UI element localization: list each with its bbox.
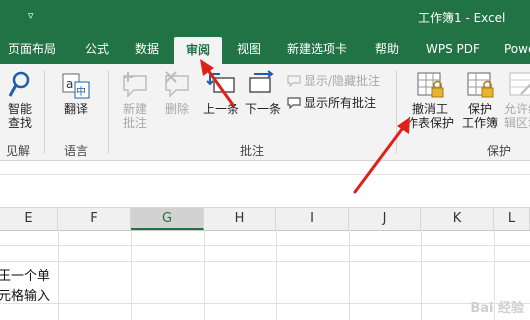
unprotect-sheet-label-2: 作表保护	[405, 116, 454, 130]
tab-page-layout[interactable]: 页面布局	[8, 34, 56, 64]
svg-text:a: a	[66, 77, 73, 91]
unprotect-sheet-button[interactable]: 撤消工 作表保护	[404, 70, 456, 130]
grid-line	[421, 230, 422, 320]
grid-line	[349, 230, 350, 320]
next-comment-button[interactable]: 下一条	[243, 70, 283, 116]
delete-comment-button[interactable]: 删除	[158, 70, 196, 116]
tab-formulas[interactable]: 公式	[85, 34, 109, 64]
grid-line	[58, 230, 59, 320]
ribbon-review: 智能 查找 见解 a 中 翻译 语言 新建 批注 删除 上一条 下一条 显示/隐…	[0, 64, 530, 161]
column-header-row: E F G H I J K L	[0, 207, 530, 231]
group-label-language: 语言	[64, 144, 89, 158]
tab-help[interactable]: 帮助	[375, 34, 399, 64]
column-header-f[interactable]: F	[58, 208, 131, 230]
formula-bar-area[interactable]	[0, 161, 530, 197]
grid-line	[0, 261, 530, 262]
quick-access-dropdown-icon[interactable]: ▿	[28, 9, 34, 22]
show-hide-comment-label: 显示/隐藏批注	[304, 74, 381, 88]
title-bar: ▿ 工作簿1 - Excel	[0, 0, 530, 34]
column-header-g[interactable]: G	[131, 208, 204, 230]
grid-line	[0, 303, 530, 304]
protect-workbook-label-2: 工作簿	[461, 116, 498, 130]
formula-bar-divider	[0, 174, 530, 175]
show-hide-comment-button[interactable]: 显示/隐藏批注	[287, 72, 380, 89]
column-header-l[interactable]: L	[494, 208, 530, 230]
new-comment-label-2: 批注	[122, 116, 147, 130]
smart-lookup-label-2: 查找	[7, 116, 32, 130]
ribbon-tab-strip: 页面布局 公式 数据 审阅 视图 新建选项卡 帮助 WPS PDF Powe	[0, 34, 530, 64]
protect-workbook-label-1: 保护	[467, 102, 492, 116]
next-comment-icon	[249, 70, 274, 93]
column-header-k[interactable]: K	[421, 208, 494, 230]
workbook-lock-icon	[467, 72, 494, 98]
grid-line	[0, 245, 530, 246]
delete-comment-icon	[165, 71, 189, 98]
translate-button[interactable]: a 中 翻译	[56, 70, 96, 116]
column-header-h[interactable]: H	[204, 208, 276, 230]
smart-lookup-label-1: 智能	[7, 102, 32, 116]
show-all-comments-label: 显示所有批注	[304, 96, 377, 110]
ribbon-divider	[108, 70, 109, 154]
ribbon-divider	[396, 70, 397, 154]
column-header-e[interactable]: E	[0, 208, 58, 230]
tab-review[interactable]: 审阅	[174, 37, 222, 64]
window-title: 工作簿1 - Excel	[418, 11, 506, 25]
edit-ranges-icon	[509, 72, 530, 96]
previous-label: 上一条	[202, 102, 239, 116]
cell-e-text-line1: 王一个单	[0, 269, 51, 284]
tab-view[interactable]: 视图	[237, 34, 261, 64]
group-label-insights: 见解	[6, 144, 31, 158]
comment-toggle-icon	[287, 74, 301, 87]
new-comment-button[interactable]: 新建 批注	[116, 70, 154, 130]
tab-power[interactable]: Powe	[504, 34, 530, 64]
cell-e-text-line2: 元格输入	[0, 289, 51, 304]
grid-line	[131, 230, 132, 320]
translate-icon: a 中	[62, 73, 90, 99]
translate-label: 翻译	[63, 102, 88, 116]
ribbon-divider	[44, 70, 45, 154]
comments-icon	[287, 96, 301, 109]
group-label-protect: 保护	[487, 144, 512, 158]
previous-comment-icon	[206, 73, 235, 93]
search-icon	[8, 71, 30, 97]
next-label: 下一条	[244, 102, 281, 116]
unprotect-sheet-label-1: 撤消工	[411, 102, 448, 116]
svg-text:中: 中	[76, 85, 86, 98]
new-comment-label-1: 新建	[122, 102, 147, 116]
allow-edit-ranges-button[interactable]: 允许编 辑区域	[502, 70, 530, 130]
show-all-comments-button[interactable]: 显示所有批注	[287, 94, 376, 111]
previous-comment-button[interactable]: 上一条	[201, 70, 241, 116]
tab-wps-pdf[interactable]: WPS PDF	[426, 34, 480, 64]
protect-workbook-button[interactable]: 保护 工作簿	[460, 70, 500, 130]
delete-label: 删除	[164, 102, 189, 116]
baidu-jingyan-watermark: Bai 经验	[470, 301, 524, 316]
column-header-j[interactable]: J	[349, 208, 421, 230]
tab-data[interactable]: 数据	[135, 34, 159, 64]
sheet-lock-icon	[417, 72, 444, 98]
grid-line	[204, 230, 205, 320]
group-label-comments: 批注	[240, 144, 265, 158]
allow-edit-ranges-label-1: 允许编	[503, 102, 530, 116]
allow-edit-ranges-label-2: 辑区域	[503, 116, 530, 130]
grid-line	[276, 230, 277, 320]
smart-lookup-button[interactable]: 智能 查找	[2, 70, 38, 130]
column-header-i[interactable]: I	[276, 208, 349, 230]
new-comment-icon	[123, 72, 147, 98]
tab-new-tab[interactable]: 新建选项卡	[287, 34, 347, 64]
